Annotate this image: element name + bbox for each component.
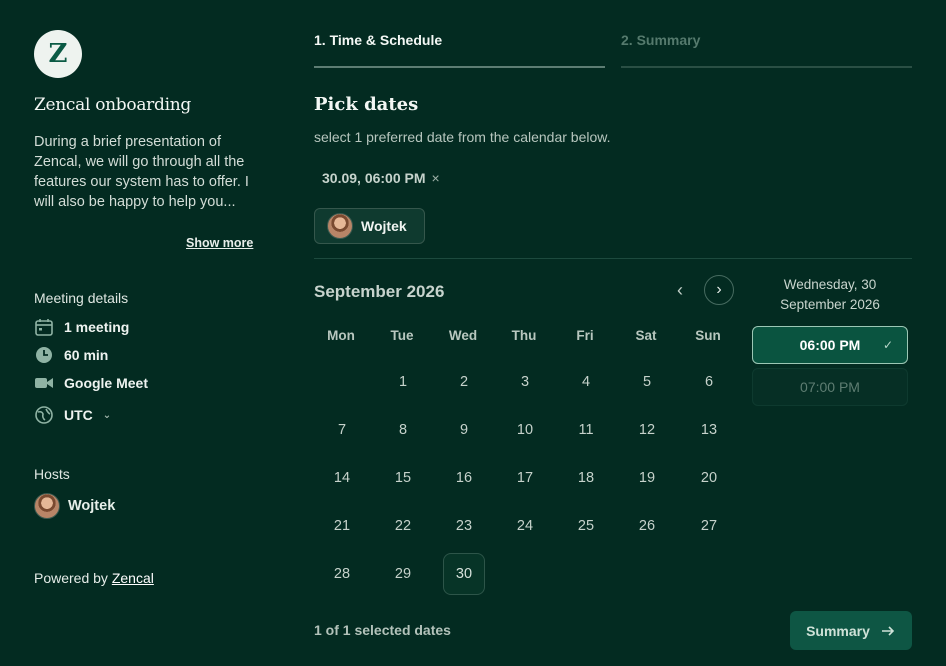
- calendar-day[interactable]: 11: [565, 409, 607, 451]
- meeting-count: 1 meeting: [64, 319, 130, 335]
- zencal-link[interactable]: Zencal: [112, 570, 154, 586]
- next-month-button[interactable]: ›: [704, 275, 734, 305]
- host-item: Wojtek: [34, 493, 115, 519]
- host-chip-label: Wojtek: [361, 218, 407, 234]
- calendar-day[interactable]: 26: [626, 505, 668, 547]
- timezone: UTC: [64, 407, 93, 423]
- calendar-day[interactable]: 6: [688, 361, 730, 403]
- duration-row: 60 min: [34, 345, 108, 365]
- weekday-header: Mon: [327, 328, 355, 343]
- calendar-day[interactable]: 10: [504, 409, 546, 451]
- selected-date-label: 30.09, 06:00 PM: [322, 170, 426, 186]
- meeting-details-heading: Meeting details: [34, 290, 129, 306]
- calendar-day[interactable]: 13: [688, 409, 730, 451]
- calendar-day[interactable]: 20: [688, 457, 730, 499]
- calendar-day[interactable]: 16: [443, 457, 485, 499]
- calendar-day[interactable]: 14: [321, 457, 363, 499]
- globe-icon: [35, 406, 53, 424]
- video-camera-icon: [35, 378, 53, 388]
- weekday-header: Wed: [448, 328, 478, 343]
- calendar-day-selected[interactable]: 30: [443, 553, 485, 595]
- calendar-day[interactable]: 28: [321, 553, 363, 595]
- weekday-header: Thu: [511, 328, 537, 343]
- time-slot[interactable]: 06:00 PM ✓: [752, 326, 908, 364]
- calendar-month: September 2026: [314, 282, 445, 301]
- location-row: Google Meet: [34, 373, 148, 393]
- weekday-header: Tue: [390, 328, 414, 343]
- calendar-icon: [35, 319, 53, 336]
- selected-count: 1 of 1 selected dates: [314, 622, 451, 638]
- chevron-left-icon: ‹: [677, 280, 683, 300]
- divider: [314, 258, 912, 259]
- host-filter-chip[interactable]: Wojtek: [314, 208, 425, 244]
- weekday-header: Fri: [576, 328, 594, 343]
- hosts-heading: Hosts: [34, 466, 70, 482]
- calendar-day[interactable]: 8: [382, 409, 424, 451]
- close-icon[interactable]: ×: [432, 170, 440, 186]
- calendar-day[interactable]: 9: [443, 409, 485, 451]
- calendar-day[interactable]: 21: [321, 505, 363, 547]
- zencal-logo: Z: [34, 30, 82, 78]
- calendar-day[interactable]: 3: [504, 361, 546, 403]
- tab-summary[interactable]: 2. Summary: [621, 32, 700, 48]
- timezone-selector[interactable]: UTC ⌄: [34, 405, 111, 425]
- powered-by: Powered by Zencal: [34, 570, 154, 586]
- pick-dates-subtitle: select 1 preferred date from the calenda…: [314, 129, 611, 145]
- selected-date-chip: 30.09, 06:00 PM ×: [322, 170, 440, 186]
- weekday-header: Sat: [635, 328, 657, 343]
- calendar-day[interactable]: 4: [565, 361, 607, 403]
- arrow-right-icon: [881, 625, 895, 636]
- calendar-day[interactable]: 7: [321, 409, 363, 451]
- meeting-count-row: 1 meeting: [34, 317, 129, 337]
- calendar-day[interactable]: 19: [626, 457, 668, 499]
- tab-time-schedule[interactable]: 1. Time & Schedule: [314, 32, 442, 48]
- calendar-day[interactable]: 27: [688, 505, 730, 547]
- step-indicator-inactive: [621, 66, 912, 68]
- step-indicator-active: [314, 66, 605, 68]
- calendar-day[interactable]: 2: [443, 361, 485, 403]
- calendar-day[interactable]: 15: [382, 457, 424, 499]
- pick-dates-title: Pick dates: [314, 94, 419, 115]
- chevron-down-icon: ⌄: [102, 409, 112, 421]
- calendar-day[interactable]: 17: [504, 457, 546, 499]
- duration: 60 min: [64, 347, 109, 363]
- calendar-day[interactable]: 5: [626, 361, 668, 403]
- calendar-day[interactable]: 25: [565, 505, 607, 547]
- chevron-right-icon: ›: [716, 281, 722, 298]
- clock-icon: [36, 347, 52, 363]
- weekday-header: Sun: [695, 328, 721, 343]
- location: Google Meet: [64, 375, 149, 391]
- time-slot: 07:00 PM: [752, 368, 908, 406]
- selected-date-heading: Wednesday, 30 September 2026: [780, 277, 880, 312]
- avatar: [327, 213, 353, 239]
- previous-month-button[interactable]: ‹: [668, 280, 692, 302]
- host-name: Wojtek: [68, 498, 116, 514]
- calendar-day[interactable]: 18: [565, 457, 607, 499]
- calendar-day[interactable]: 22: [382, 505, 424, 547]
- event-title: Zencal onboarding: [34, 95, 191, 115]
- show-more-link[interactable]: Show more: [186, 236, 253, 250]
- checkmark-icon: ✓: [882, 338, 893, 352]
- event-description: During a brief presentation of Zencal, w…: [34, 134, 249, 210]
- summary-button[interactable]: Summary: [790, 611, 912, 650]
- calendar-day[interactable]: 24: [504, 505, 546, 547]
- calendar-day[interactable]: 12: [626, 409, 668, 451]
- calendar-day[interactable]: 1: [382, 361, 424, 403]
- calendar-day[interactable]: 23: [443, 505, 485, 547]
- calendar-day[interactable]: 29: [382, 553, 424, 595]
- avatar: [34, 493, 60, 519]
